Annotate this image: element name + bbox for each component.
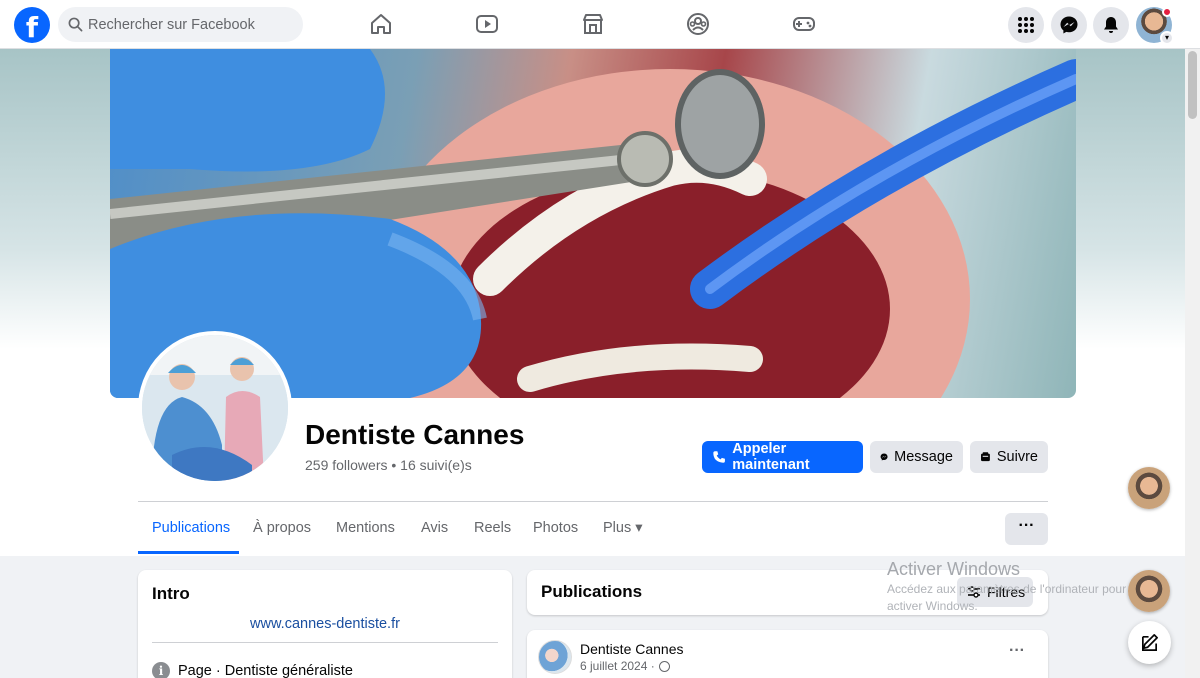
windows-activation-title: Activer Windows (887, 559, 1021, 579)
post-card: Dentiste Cannes 6 juillet 2024 · ··· (527, 630, 1048, 678)
marketplace-icon[interactable] (579, 10, 607, 38)
phone-icon (713, 451, 725, 463)
info-icon: i (152, 662, 170, 678)
windows-activation-subtitle: Accédez aux paramètres de l'ordinateur p… (887, 581, 1157, 615)
scrollbar-thumb[interactable] (1188, 51, 1197, 119)
chat-head-contact[interactable] (1128, 467, 1170, 509)
message-button[interactable]: Message (870, 441, 963, 473)
profile-picture-image (142, 335, 288, 481)
publications-title: Publications (541, 582, 643, 601)
chevron-down-icon[interactable]: ▾ (1160, 31, 1174, 45)
tab-a-propos[interactable]: À propos (253, 520, 311, 536)
active-tab-indicator (138, 551, 239, 554)
profile-picture[interactable] (138, 331, 292, 485)
notifications-icon[interactable] (1093, 7, 1129, 43)
intro-card: Intro www.cannes-dentiste.fr i Page · De… (138, 570, 512, 678)
post-more-button[interactable]: ··· (1009, 642, 1025, 660)
follow-icon (981, 452, 990, 462)
intro-title: Intro (152, 584, 190, 603)
menu-grid-icon[interactable] (1008, 7, 1044, 43)
follow-button[interactable]: Suivre (970, 441, 1048, 473)
windows-activation-line2: activer Windows. (887, 599, 978, 613)
tab-avis[interactable]: Avis (421, 520, 448, 536)
messenger-icon[interactable] (1051, 7, 1087, 43)
page-category: i Page · Dentiste généraliste (152, 662, 353, 678)
chat-head-contact[interactable] (1128, 570, 1170, 612)
more-options-button[interactable]: ··· (1005, 513, 1048, 545)
post-date-text: 6 juillet 2024 · (580, 659, 655, 673)
message-label: Message (894, 449, 953, 465)
post-date[interactable]: 6 juillet 2024 · (580, 659, 670, 673)
globe-icon (658, 660, 670, 672)
header-divider (138, 501, 1048, 502)
home-icon[interactable] (367, 10, 395, 38)
page-scrollbar[interactable] (1185, 49, 1200, 678)
page-follower-stats: 259 followers • 16 suivi(e)s (305, 457, 472, 473)
new-message-button[interactable] (1128, 621, 1171, 664)
tab-reels[interactable]: Reels (474, 520, 511, 536)
tab-mentions[interactable]: Mentions (336, 520, 395, 536)
follow-label: Suivre (996, 449, 1038, 465)
top-navigation-bar: f ▾ (0, 0, 1200, 49)
video-icon[interactable] (473, 10, 501, 38)
post-author-name[interactable]: Dentiste Cannes (580, 641, 684, 657)
gaming-icon[interactable] (790, 10, 818, 38)
tab-plus[interactable]: Plus ▾ (603, 520, 643, 536)
call-now-label: Appeler maintenant (732, 441, 810, 473)
page-title: Dentiste Cannes (305, 419, 525, 450)
intro-divider (152, 642, 498, 643)
search-icon (68, 17, 83, 32)
tab-publications[interactable]: Publications (152, 520, 230, 536)
groups-icon[interactable] (684, 10, 712, 38)
page-category-text: · Dentiste généraliste (211, 663, 353, 678)
notification-dot (1162, 7, 1172, 17)
tab-photos[interactable]: Photos (533, 520, 578, 536)
facebook-logo[interactable]: f (14, 7, 50, 43)
compose-icon (1141, 634, 1158, 651)
call-now-button[interactable]: Appeler maintenant (702, 441, 863, 473)
post-author-avatar[interactable] (538, 640, 572, 674)
search-box[interactable] (58, 7, 303, 42)
messenger-icon (880, 453, 888, 461)
search-input[interactable] (88, 7, 293, 42)
account-avatar[interactable]: ▾ (1136, 7, 1174, 45)
windows-activation-line1: Accédez aux paramètres de l'ordinateur p… (887, 582, 1127, 596)
page-category-prefix: Page (178, 663, 212, 678)
website-link[interactable]: www.cannes-dentiste.fr (138, 616, 512, 632)
